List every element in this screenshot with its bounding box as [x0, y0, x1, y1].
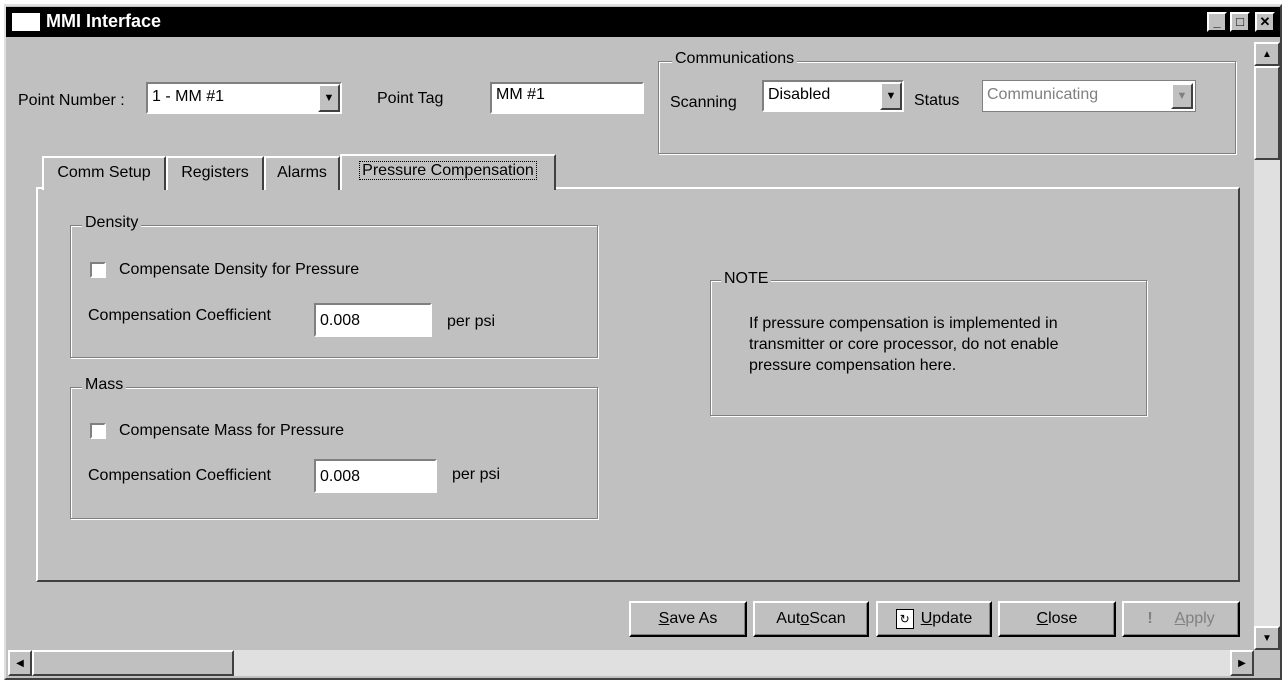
- horizontal-scroll-thumb[interactable]: [32, 650, 234, 676]
- density-legend: Density: [82, 214, 142, 232]
- minimize-button[interactable]: _: [1207, 12, 1227, 32]
- close-label-post: lose: [1048, 610, 1078, 627]
- status-label: Status: [914, 92, 960, 109]
- mass-coef-value: 0.008: [320, 468, 361, 485]
- auto-scan-label-pre: Aut: [776, 610, 801, 627]
- scroll-down-icon[interactable]: ▼: [1254, 626, 1280, 650]
- note-line-1: If pressure compensation is implemented …: [749, 315, 1058, 332]
- exclamation-icon: !: [1147, 610, 1153, 627]
- scanning-select[interactable]: Disabled ▼: [762, 80, 904, 112]
- density-group: [70, 225, 598, 358]
- apply-mnemonic: A: [1174, 610, 1186, 627]
- density-unit-label: per psi: [447, 313, 496, 330]
- refresh-icon: ↻: [895, 609, 914, 629]
- mass-coef-input[interactable]: 0.008: [314, 459, 437, 493]
- point-tag-input[interactable]: MM #1: [490, 82, 644, 114]
- auto-scan-mnemonic: o: [800, 610, 810, 627]
- note-line-2: transmitter or core processor, do not en…: [749, 336, 1059, 353]
- dropdown-arrow-icon[interactable]: ▼: [318, 84, 340, 112]
- point-number-select[interactable]: 1 - MM #1 ▼: [146, 82, 342, 114]
- scrollbar-corner: [1254, 650, 1280, 676]
- note-legend: NOTE: [721, 270, 772, 288]
- scanning-value: Disabled: [768, 86, 831, 103]
- density-coef-input[interactable]: 0.008: [314, 303, 432, 337]
- density-coef-label: Compensation Coefficient: [88, 307, 271, 324]
- point-number-value: 1 - MM #1: [152, 88, 225, 105]
- save-as-label-post: ave As: [669, 610, 718, 627]
- auto-scan-button[interactable]: Aut o Scan: [753, 601, 869, 637]
- point-tag-value: MM #1: [496, 86, 545, 103]
- auto-scan-label-post: Scan: [809, 610, 846, 627]
- mass-group: [70, 387, 598, 519]
- title-bar: [6, 7, 1280, 37]
- mass-checkbox-label: Compensate Mass for Pressure: [119, 422, 344, 439]
- tab-alarms[interactable]: Alarms: [264, 156, 340, 190]
- mass-coef-label: Compensation Coefficient: [88, 467, 271, 484]
- app-icon: [12, 13, 40, 31]
- point-number-label: Point Number :: [18, 92, 125, 109]
- dropdown-arrow-icon: ▼: [1171, 83, 1193, 109]
- status-select: Communicating ▼: [982, 80, 1196, 112]
- maximize-button[interactable]: □: [1230, 12, 1250, 32]
- note-line-3: pressure compensation here.: [749, 357, 957, 374]
- status-value: Communicating: [987, 86, 1099, 103]
- update-mnemonic: U: [920, 610, 933, 627]
- save-as-mnemonic: S: [658, 610, 670, 627]
- density-checkbox-label: Compensate Density for Pressure: [119, 261, 360, 278]
- tab-comm-setup[interactable]: Comm Setup: [42, 156, 166, 190]
- dropdown-arrow-icon[interactable]: ▼: [880, 82, 902, 110]
- scroll-left-icon[interactable]: ◀: [8, 650, 32, 676]
- update-button[interactable]: ↻ Update: [876, 601, 992, 637]
- communications-legend: Communications: [672, 50, 798, 68]
- mass-compensate-checkbox[interactable]: [90, 423, 106, 439]
- close-button[interactable]: Close: [998, 601, 1116, 637]
- close-mnemonic: C: [1036, 610, 1049, 627]
- tab-pressure-compensation-label: Pressure Compensation: [359, 161, 537, 180]
- scroll-right-icon[interactable]: ▶: [1230, 650, 1254, 676]
- apply-button: ! Apply: [1122, 601, 1240, 637]
- tab-registers[interactable]: Registers: [166, 156, 264, 190]
- scroll-up-icon[interactable]: ▲: [1254, 42, 1280, 66]
- density-coef-value: 0.008: [320, 312, 361, 329]
- tab-pressure-compensation[interactable]: Pressure Compensation: [340, 154, 556, 190]
- point-tag-label: Point Tag: [377, 90, 444, 107]
- apply-label-post: pply: [1185, 610, 1215, 627]
- window-title: MMI Interface: [46, 11, 162, 31]
- vertical-scroll-thumb[interactable]: [1254, 66, 1280, 160]
- update-label-post: pdate: [932, 610, 973, 627]
- save-as-button[interactable]: Save As: [629, 601, 747, 637]
- scanning-label: Scanning: [670, 94, 737, 111]
- close-window-button[interactable]: ✕: [1255, 12, 1275, 32]
- mass-legend: Mass: [82, 376, 127, 394]
- mass-unit-label: per psi: [452, 466, 501, 483]
- density-compensate-checkbox[interactable]: [90, 262, 106, 278]
